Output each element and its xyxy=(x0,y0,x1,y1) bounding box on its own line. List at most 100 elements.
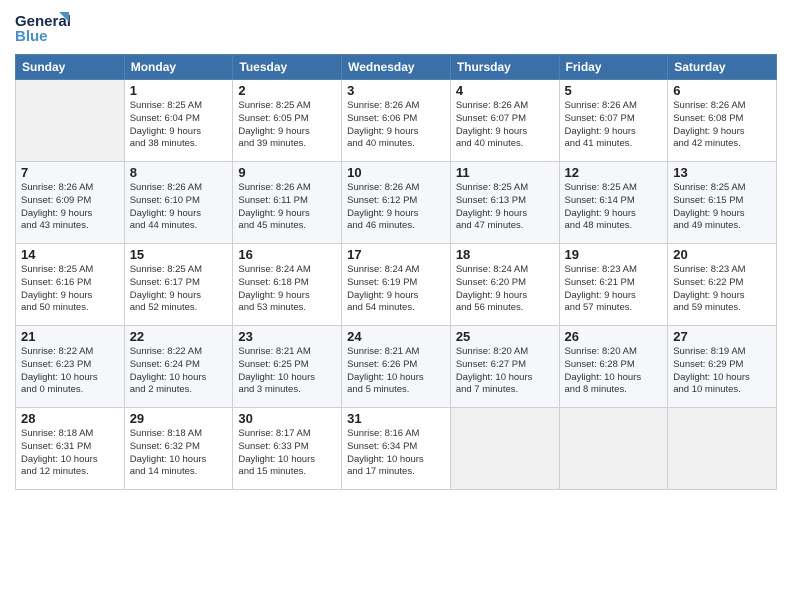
day-info: Sunrise: 8:26 AM Sunset: 6:09 PM Dayligh… xyxy=(21,182,119,233)
day-info: Sunrise: 8:23 AM Sunset: 6:21 PM Dayligh… xyxy=(565,264,663,315)
day-number: 9 xyxy=(238,165,336,180)
day-number: 18 xyxy=(456,247,554,262)
day-number: 20 xyxy=(673,247,771,262)
day-number: 11 xyxy=(456,165,554,180)
day-info: Sunrise: 8:25 AM Sunset: 6:16 PM Dayligh… xyxy=(21,264,119,315)
calendar-cell: 1 Sunrise: 8:25 AM Sunset: 6:04 PM Daylig… xyxy=(124,80,233,162)
day-info: Sunrise: 8:26 AM Sunset: 6:07 PM Dayligh… xyxy=(565,100,663,151)
day-info: Sunrise: 8:17 AM Sunset: 6:33 PM Dayligh… xyxy=(238,428,336,479)
weekday-header-wednesday: Wednesday xyxy=(342,55,451,80)
day-info: Sunrise: 8:22 AM Sunset: 6:24 PM Dayligh… xyxy=(130,346,228,397)
calendar-cell: 3 Sunrise: 8:26 AM Sunset: 6:06 PM Daylig… xyxy=(342,80,451,162)
day-number: 5 xyxy=(565,83,663,98)
calendar-cell: 20 Sunrise: 8:23 AM Sunset: 6:22 PM Dayli… xyxy=(668,244,777,326)
day-info: Sunrise: 8:25 AM Sunset: 6:14 PM Dayligh… xyxy=(565,182,663,233)
day-info: Sunrise: 8:26 AM Sunset: 6:06 PM Dayligh… xyxy=(347,100,445,151)
calendar-cell: 25 Sunrise: 8:20 AM Sunset: 6:27 PM Dayli… xyxy=(450,326,559,408)
weekday-header-thursday: Thursday xyxy=(450,55,559,80)
calendar-cell: 23Sunrise: 8:21 AM Sunset: 6:25 PM Dayli… xyxy=(233,326,342,408)
day-number: 26 xyxy=(565,329,663,344)
day-number: 24 xyxy=(347,329,445,344)
calendar-cell: 31 Sunrise: 8:16 AM Sunset: 6:34 PM Dayli… xyxy=(342,408,451,490)
calendar-cell: 5 Sunrise: 8:26 AM Sunset: 6:07 PM Daylig… xyxy=(559,80,668,162)
calendar-cell: 11 Sunrise: 8:25 AM Sunset: 6:13 PM Dayli… xyxy=(450,162,559,244)
weekday-header-saturday: Saturday xyxy=(668,55,777,80)
calendar-cell: 21 Sunrise: 8:22 AM Sunset: 6:23 PM Dayli… xyxy=(16,326,125,408)
calendar-cell xyxy=(668,408,777,490)
calendar-cell: 28 Sunrise: 8:18 AM Sunset: 6:31 PM Dayli… xyxy=(16,408,125,490)
day-number: 8 xyxy=(130,165,228,180)
calendar-week-row: 28 Sunrise: 8:18 AM Sunset: 6:31 PM Dayli… xyxy=(16,408,777,490)
calendar-cell: 6 Sunrise: 8:26 AM Sunset: 6:08 PM Daylig… xyxy=(668,80,777,162)
day-number: 14 xyxy=(21,247,119,262)
day-info: Sunrise: 8:26 AM Sunset: 6:08 PM Dayligh… xyxy=(673,100,771,151)
calendar-cell: 24 Sunrise: 8:21 AM Sunset: 6:26 PM Dayli… xyxy=(342,326,451,408)
day-info: Sunrise: 8:24 AM Sunset: 6:18 PM Dayligh… xyxy=(238,264,336,315)
day-info: Sunrise: 8:26 AM Sunset: 6:10 PM Dayligh… xyxy=(130,182,228,233)
logo: GeneralBlue xyxy=(15,10,75,46)
day-info: Sunrise: 8:24 AM Sunset: 6:19 PM Dayligh… xyxy=(347,264,445,315)
day-info: Sunrise: 8:18 AM Sunset: 6:31 PM Dayligh… xyxy=(21,428,119,479)
day-info: Sunrise: 8:19 AM Sunset: 6:29 PM Dayligh… xyxy=(673,346,771,397)
day-number: 7 xyxy=(21,165,119,180)
calendar-cell: 26 Sunrise: 8:20 AM Sunset: 6:28 PM Dayli… xyxy=(559,326,668,408)
day-info: Sunrise: 8:23 AM Sunset: 6:22 PM Dayligh… xyxy=(673,264,771,315)
logo-svg: GeneralBlue xyxy=(15,10,75,46)
day-number: 29 xyxy=(130,411,228,426)
calendar-cell: 9Sunrise: 8:26 AM Sunset: 6:11 PM Daylig… xyxy=(233,162,342,244)
day-info: Sunrise: 8:25 AM Sunset: 6:13 PM Dayligh… xyxy=(456,182,554,233)
day-info: Sunrise: 8:24 AM Sunset: 6:20 PM Dayligh… xyxy=(456,264,554,315)
day-info: Sunrise: 8:25 AM Sunset: 6:15 PM Dayligh… xyxy=(673,182,771,233)
day-number: 16 xyxy=(238,247,336,262)
calendar-cell: 18 Sunrise: 8:24 AM Sunset: 6:20 PM Dayli… xyxy=(450,244,559,326)
calendar-cell xyxy=(559,408,668,490)
calendar-week-row: 1 Sunrise: 8:25 AM Sunset: 6:04 PM Daylig… xyxy=(16,80,777,162)
calendar-week-row: 21 Sunrise: 8:22 AM Sunset: 6:23 PM Dayli… xyxy=(16,326,777,408)
calendar-cell: 17 Sunrise: 8:24 AM Sunset: 6:19 PM Dayli… xyxy=(342,244,451,326)
calendar-cell: 13 Sunrise: 8:25 AM Sunset: 6:15 PM Dayli… xyxy=(668,162,777,244)
day-number: 17 xyxy=(347,247,445,262)
calendar-cell: 19Sunrise: 8:23 AM Sunset: 6:21 PM Dayli… xyxy=(559,244,668,326)
day-number: 1 xyxy=(130,83,228,98)
calendar-cell: 10Sunrise: 8:26 AM Sunset: 6:12 PM Dayli… xyxy=(342,162,451,244)
weekday-header-monday: Monday xyxy=(124,55,233,80)
day-info: Sunrise: 8:25 AM Sunset: 6:04 PM Dayligh… xyxy=(130,100,228,151)
calendar-cell: 16 Sunrise: 8:24 AM Sunset: 6:18 PM Dayli… xyxy=(233,244,342,326)
calendar-cell: 30 Sunrise: 8:17 AM Sunset: 6:33 PM Dayli… xyxy=(233,408,342,490)
day-info: Sunrise: 8:26 AM Sunset: 6:12 PM Dayligh… xyxy=(347,182,445,233)
calendar-cell: 8 Sunrise: 8:26 AM Sunset: 6:10 PM Daylig… xyxy=(124,162,233,244)
calendar-cell: 4Sunrise: 8:26 AM Sunset: 6:07 PM Daylig… xyxy=(450,80,559,162)
calendar-cell: 27 Sunrise: 8:19 AM Sunset: 6:29 PM Dayli… xyxy=(668,326,777,408)
day-info: Sunrise: 8:20 AM Sunset: 6:28 PM Dayligh… xyxy=(565,346,663,397)
day-number: 21 xyxy=(21,329,119,344)
day-number: 15 xyxy=(130,247,228,262)
day-number: 28 xyxy=(21,411,119,426)
calendar-cell: 7 Sunrise: 8:26 AM Sunset: 6:09 PM Daylig… xyxy=(16,162,125,244)
day-info: Sunrise: 8:21 AM Sunset: 6:26 PM Dayligh… xyxy=(347,346,445,397)
day-info: Sunrise: 8:26 AM Sunset: 6:07 PM Dayligh… xyxy=(456,100,554,151)
weekday-header-friday: Friday xyxy=(559,55,668,80)
page-header: GeneralBlue xyxy=(15,10,777,46)
day-number: 3 xyxy=(347,83,445,98)
day-number: 2 xyxy=(238,83,336,98)
day-number: 27 xyxy=(673,329,771,344)
day-number: 30 xyxy=(238,411,336,426)
calendar-week-row: 14 Sunrise: 8:25 AM Sunset: 6:16 PM Dayli… xyxy=(16,244,777,326)
calendar-cell: 2Sunrise: 8:25 AM Sunset: 6:05 PM Daylig… xyxy=(233,80,342,162)
day-number: 25 xyxy=(456,329,554,344)
day-number: 13 xyxy=(673,165,771,180)
day-info: Sunrise: 8:18 AM Sunset: 6:32 PM Dayligh… xyxy=(130,428,228,479)
day-info: Sunrise: 8:22 AM Sunset: 6:23 PM Dayligh… xyxy=(21,346,119,397)
day-number: 31 xyxy=(347,411,445,426)
weekday-header-row: SundayMondayTuesdayWednesdayThursdayFrid… xyxy=(16,55,777,80)
weekday-header-sunday: Sunday xyxy=(16,55,125,80)
day-info: Sunrise: 8:20 AM Sunset: 6:27 PM Dayligh… xyxy=(456,346,554,397)
day-number: 6 xyxy=(673,83,771,98)
calendar-cell: 15Sunrise: 8:25 AM Sunset: 6:17 PM Dayli… xyxy=(124,244,233,326)
calendar-cell xyxy=(450,408,559,490)
calendar-cell: 29 Sunrise: 8:18 AM Sunset: 6:32 PM Dayli… xyxy=(124,408,233,490)
day-info: Sunrise: 8:21 AM Sunset: 6:25 PM Dayligh… xyxy=(238,346,336,397)
calendar-week-row: 7 Sunrise: 8:26 AM Sunset: 6:09 PM Daylig… xyxy=(16,162,777,244)
day-number: 22 xyxy=(130,329,228,344)
day-info: Sunrise: 8:16 AM Sunset: 6:34 PM Dayligh… xyxy=(347,428,445,479)
